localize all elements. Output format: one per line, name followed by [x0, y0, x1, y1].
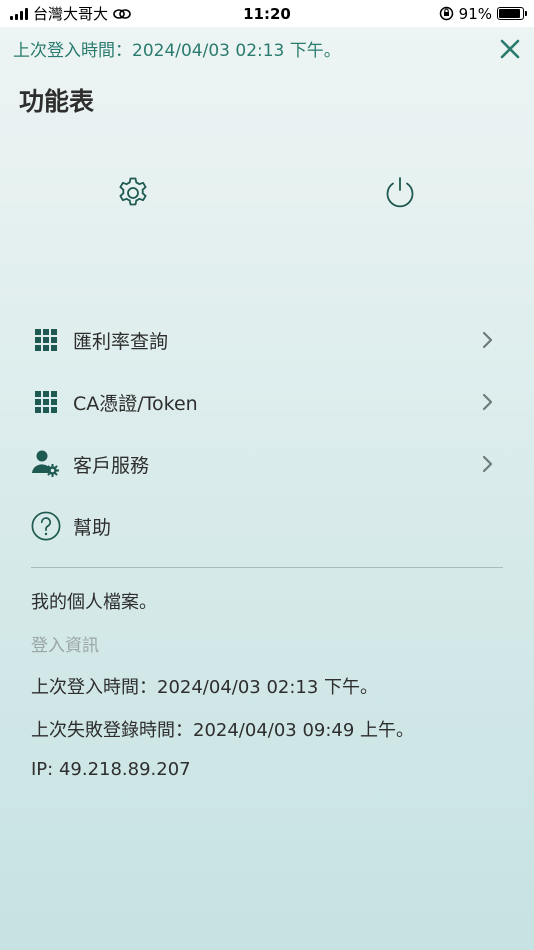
last-failed-login-time: 上次失敗登錄時間：2024/04/03 09:49 上午。	[31, 720, 415, 741]
chevron-right-icon	[482, 455, 493, 473]
menu-item-customer-service[interactable]: 客戶服務	[0, 433, 534, 495]
status-bar: 台灣大哥大 11:20 91%	[0, 0, 534, 27]
menu-item-label: 幫助	[73, 516, 112, 539]
close-icon[interactable]	[498, 37, 522, 61]
link-icon	[113, 8, 131, 19]
battery-icon	[497, 7, 527, 20]
menu-list: 匯利率查詢 CA憑證/Token 客戶服務 幫助	[0, 309, 534, 557]
last-login-time: 上次登入時間：2024/04/03 02:13 下午。	[31, 677, 379, 698]
menu-item-ca-token[interactable]: CA憑證/Token	[0, 371, 534, 433]
user-gear-icon	[31, 449, 61, 479]
menu-item-help[interactable]: 幫助	[0, 495, 534, 557]
menu-item-exchange-rates[interactable]: 匯利率查詢	[0, 309, 534, 371]
battery-percent: 91%	[458, 4, 492, 23]
grid-icon	[31, 325, 61, 355]
signal-icon	[10, 7, 28, 20]
login-info-heading: 登入資訊	[31, 636, 99, 656]
page-title: 功能表	[19, 87, 95, 116]
chevron-right-icon	[482, 331, 493, 349]
menu-item-label: 客戶服務	[73, 454, 150, 477]
divider	[31, 567, 503, 568]
help-circle-icon	[31, 511, 61, 541]
grid-icon	[31, 387, 61, 417]
carrier-name: 台灣大哥大	[33, 5, 109, 23]
chevron-right-icon	[482, 393, 493, 411]
status-left: 台灣大哥大	[10, 3, 131, 24]
status-right: 91%	[439, 4, 527, 23]
battery-fill	[499, 9, 520, 18]
ip-address: IP: 49.218.89.207	[31, 759, 191, 780]
power-icon[interactable]	[382, 175, 418, 211]
orientation-lock-icon	[439, 6, 453, 21]
menu-item-label: CA憑證/Token	[73, 392, 198, 415]
last-login-banner: 上次登入時間：2024/04/03 02:13 下午。	[13, 41, 341, 61]
menu-item-label: 匯利率查詢	[73, 330, 169, 353]
my-profile-link[interactable]: 我的個人檔案。	[31, 588, 157, 614]
gear-icon[interactable]	[115, 175, 151, 211]
